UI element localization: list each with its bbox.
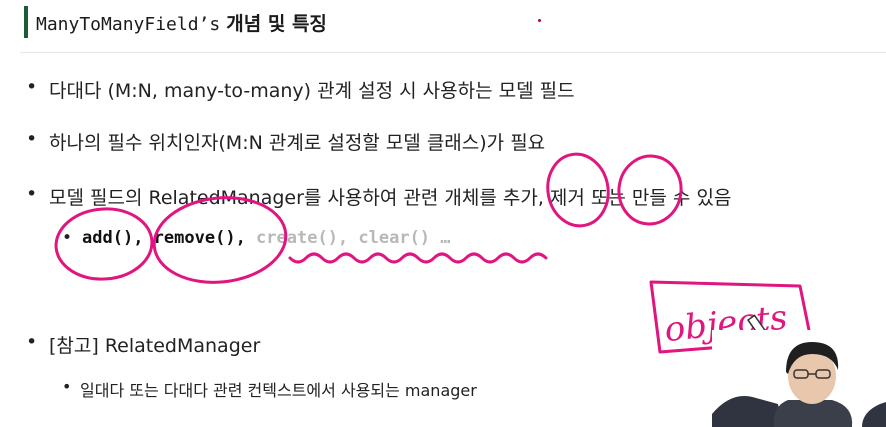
ink-wavy-underline [288,252,548,264]
ink-circle-jegeo [617,154,683,226]
ink-circle-add [54,207,154,281]
ink-circle-remove [152,196,288,284]
presenter-webcam [712,330,886,427]
ink-circle-chuga [546,152,610,228]
